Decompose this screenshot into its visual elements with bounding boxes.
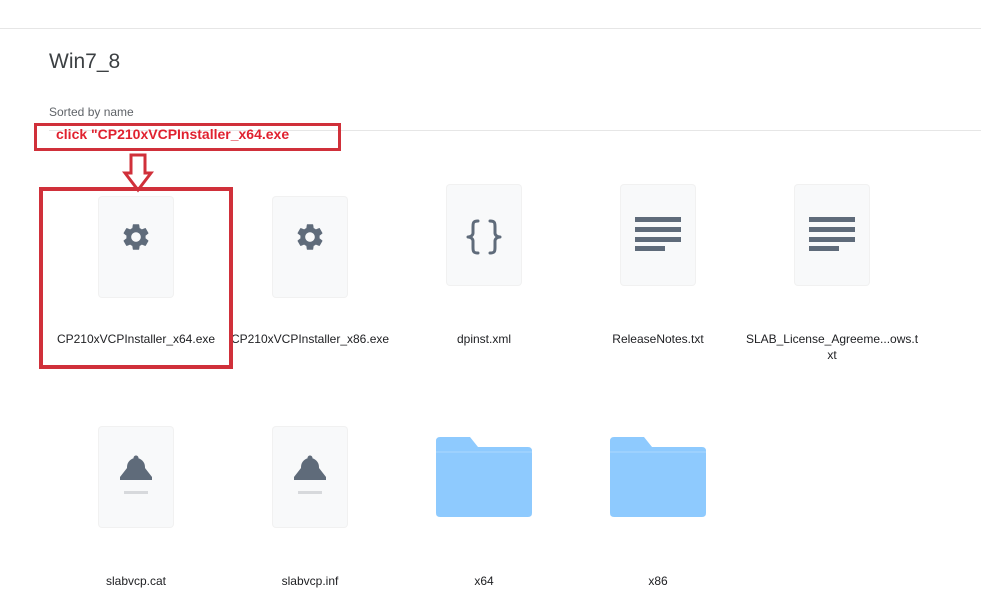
file-thumbnail (273, 197, 347, 297)
file-item-slabvcp-inf[interactable]: slabvcp.inf (223, 427, 397, 588)
gear-icon (297, 224, 323, 250)
file-item-slab-license[interactable]: SLAB_License_Agreeme...ows.txt (745, 185, 919, 362)
text-lines-icon (809, 217, 855, 251)
folder-item-x64[interactable]: x64 (397, 437, 571, 588)
file-name: CP210xVCPInstaller_x86.exe (230, 332, 390, 346)
annotation-highlight-box (39, 187, 233, 369)
file-name: ReleaseNotes.txt (612, 332, 704, 346)
certificate-icon (120, 455, 152, 494)
file-browser-page: Win7_8 Sorted by name CP210xVCPInstaller… (0, 0, 981, 599)
file-thumbnail (795, 185, 869, 285)
folder-icon (610, 437, 706, 517)
top-divider (0, 28, 981, 29)
folder-thumbnail (610, 437, 706, 519)
folder-icon (436, 437, 532, 517)
file-item-dpinst-xml[interactable]: dpinst.xml (397, 185, 571, 346)
file-thumbnail (273, 427, 347, 527)
folder-thumbnail (436, 437, 532, 519)
file-name: x64 (474, 574, 494, 588)
folder-title: Win7_8 (49, 50, 121, 73)
sort-label[interactable]: Sorted by name (49, 105, 134, 119)
file-item-slabvcp-cat[interactable]: slabvcp.cat (49, 427, 223, 588)
annotation-callout-text: click "CP210xVCPInstaller_x64.exe (56, 126, 290, 142)
file-name: slabvcp.cat (105, 574, 167, 588)
file-name: SLAB_License_Agreeme...ows.txt (745, 332, 919, 362)
file-name: slabvcp.inf (281, 574, 339, 588)
file-name: dpinst.xml (456, 332, 512, 346)
file-item-cp210x-x86[interactable]: CP210xVCPInstaller_x86.exe (223, 197, 397, 346)
file-thumbnail (447, 185, 521, 285)
certificate-icon (294, 455, 326, 494)
folder-item-x86[interactable]: x86 (571, 437, 745, 588)
code-braces-icon (466, 219, 502, 255)
file-name: x86 (648, 574, 668, 588)
file-item-releasenotes[interactable]: ReleaseNotes.txt (571, 185, 745, 346)
file-thumbnail (99, 427, 173, 527)
text-lines-icon (635, 217, 681, 251)
file-thumbnail (621, 185, 695, 285)
